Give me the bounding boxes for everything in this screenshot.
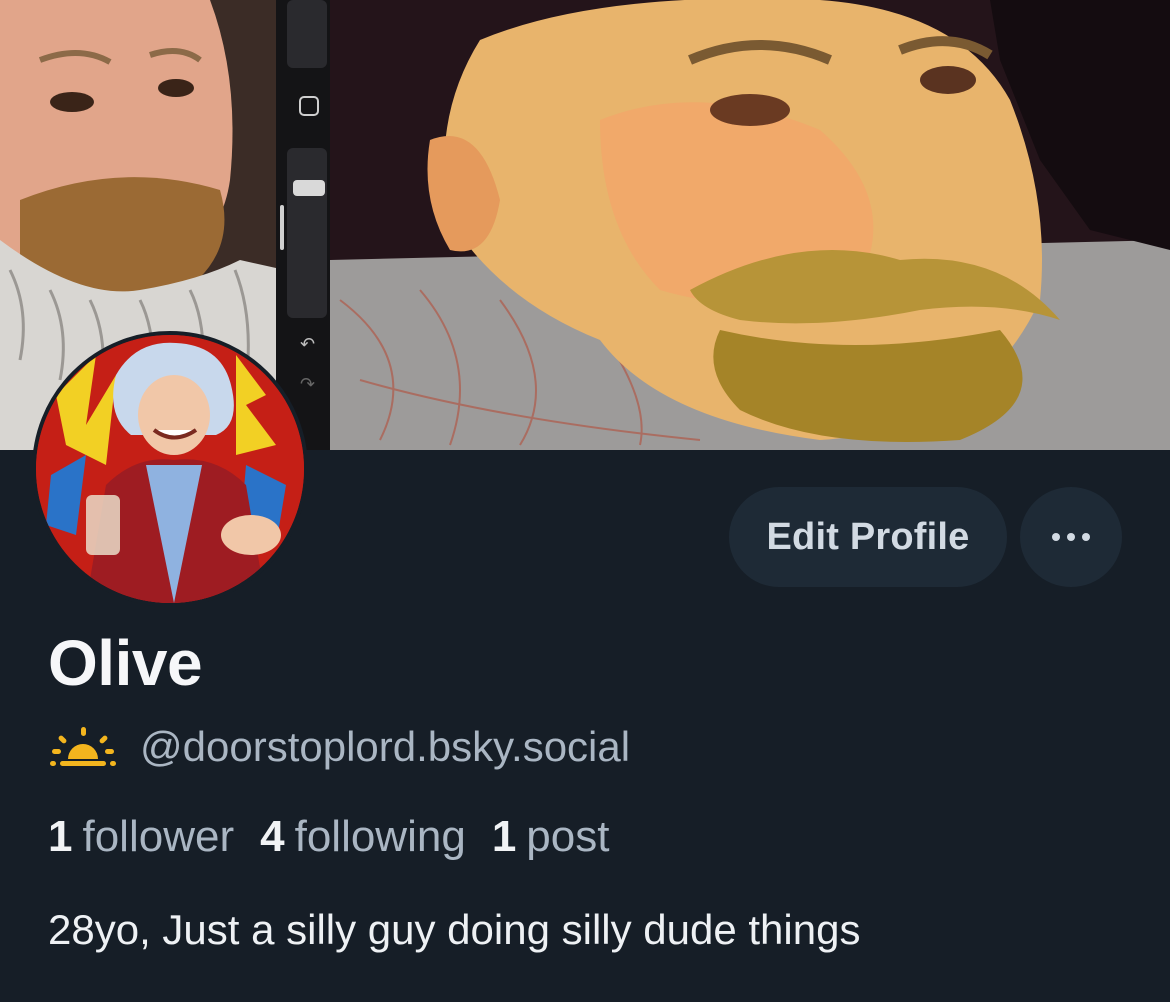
more-options-button[interactable]	[1020, 487, 1122, 587]
svg-text:↷: ↷	[300, 374, 315, 395]
profile-bio: 28yo, Just a silly guy doing silly dude …	[48, 906, 861, 953]
profile-avatar[interactable]	[32, 331, 308, 607]
svg-text:↶: ↶	[300, 334, 315, 355]
avatar-illustration	[36, 335, 304, 603]
followers-label: follower	[82, 812, 235, 861]
posts-label: post	[526, 812, 610, 861]
followers-stat[interactable]: 1 follower	[48, 812, 234, 862]
ellipsis-horizontal-icon	[1052, 533, 1090, 541]
following-count: 4	[260, 812, 285, 861]
profile-stats: 1 follower 4 following 1 post	[48, 812, 635, 862]
edit-profile-button[interactable]: Edit Profile	[729, 487, 1007, 587]
posts-count: 1	[491, 812, 517, 861]
user-handle: @doorstoplord.bsky.social	[140, 723, 631, 770]
following-label: following	[294, 812, 466, 861]
followers-count: 1	[48, 812, 73, 861]
following-stat[interactable]: 4 following	[260, 812, 466, 862]
sunrise-emoji-icon	[50, 727, 116, 766]
handle-row: @doorstoplord.bsky.social	[50, 723, 630, 771]
display-name: Olive	[48, 627, 203, 699]
posts-stat: 1 post	[492, 812, 610, 862]
